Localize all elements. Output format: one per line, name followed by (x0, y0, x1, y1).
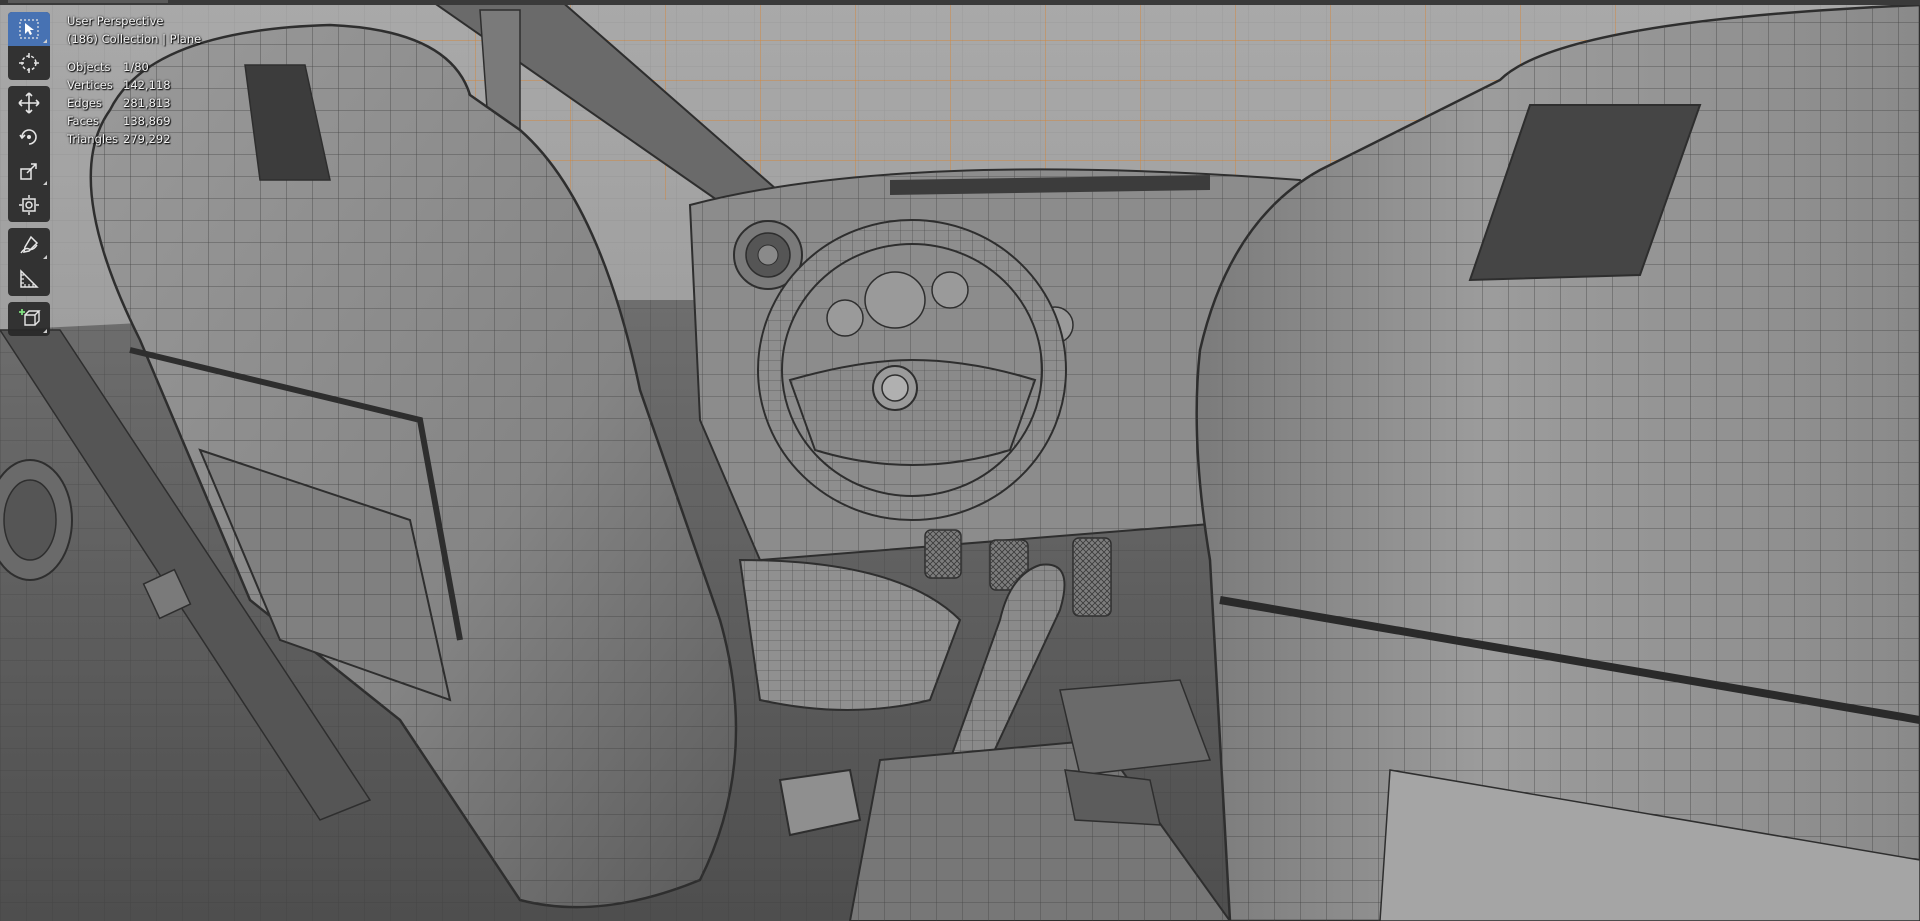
stat-value: 279,292 (123, 132, 171, 146)
3d-viewport[interactable]: User Perspective (186) Collection | Plan… (0, 0, 1920, 921)
submenu-corner-icon (43, 39, 47, 43)
stat-value: 138,869 (123, 114, 171, 128)
car-interior-wireframe-scene[interactable] (0, 0, 1920, 921)
submenu-corner-icon (43, 255, 47, 259)
header-tab-highlight (8, 0, 168, 3)
ruler-icon (20, 269, 39, 288)
move-tool[interactable] (8, 86, 50, 120)
add-cube-tool[interactable] (8, 302, 50, 336)
stat-label: Edges (67, 96, 102, 110)
stat-label: Objects (67, 60, 111, 74)
add-cube-icon (19, 309, 41, 326)
stat-label: Triangles (67, 132, 119, 146)
tool-group-transform (8, 86, 50, 222)
stat-row-edges: Edges 281,813 (67, 94, 201, 112)
cursor-select-icon (19, 19, 39, 39)
stat-label: Vertices (67, 78, 113, 92)
cursor-tool[interactable] (8, 46, 50, 80)
transform-tool[interactable] (8, 188, 50, 222)
scale-tool[interactable] (8, 154, 50, 188)
tool-group-select (8, 12, 50, 80)
select-box-tool[interactable] (8, 12, 50, 46)
stat-value: 281,813 (123, 96, 171, 110)
annotate-pen-icon (20, 235, 39, 254)
transform-icon (19, 195, 39, 215)
scale-icon (20, 163, 37, 180)
annotate-tool[interactable] (8, 228, 50, 262)
collection-label: (186) Collection | Plane (67, 32, 202, 46)
submenu-corner-icon (43, 329, 47, 333)
rotate-tool[interactable] (8, 120, 50, 154)
tool-group-add (8, 302, 50, 336)
stat-row-triangles: Triangles 279,292 (67, 130, 201, 148)
stat-row-vertices: Vertices 142,118 (67, 76, 201, 94)
stat-row-objects: Objects 1/80 (67, 58, 201, 76)
stat-label: Faces (67, 114, 99, 128)
tool-shelf (8, 12, 50, 342)
scene-statistics: Objects 1/80 Vertices 142,118 Edges 281,… (67, 58, 201, 148)
3d-cursor-icon (19, 53, 39, 73)
header-strip (0, 0, 1920, 5)
submenu-corner-icon (43, 181, 47, 185)
stat-row-faces: Faces 138,869 (67, 112, 201, 130)
stat-value: 142,118 (123, 78, 171, 92)
measure-tool[interactable] (8, 262, 50, 296)
stat-value: 1/80 (123, 60, 149, 74)
tool-group-annotate (8, 228, 50, 296)
move-arrows-icon (18, 92, 40, 114)
rotate-icon (19, 129, 37, 145)
viewport-info-overlay: User Perspective (186) Collection | Plan… (67, 12, 201, 148)
perspective-label: User Perspective (67, 14, 164, 28)
